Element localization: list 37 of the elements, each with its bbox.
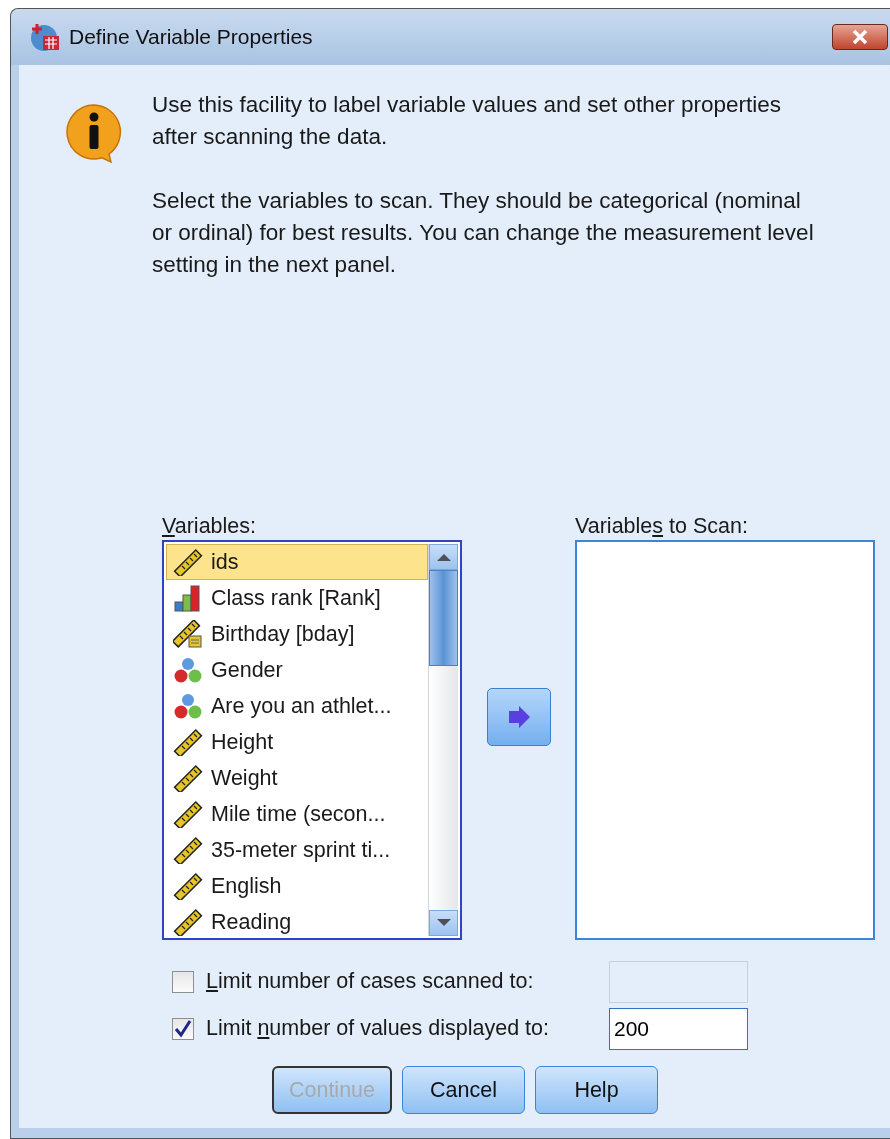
app-icon: [29, 22, 61, 52]
variables-to-scan-list[interactable]: [575, 540, 875, 940]
three-circles-icon: [173, 692, 203, 720]
window-title: Define Variable Properties: [69, 24, 314, 51]
variable-item[interactable]: Are you an athlet...: [166, 688, 428, 724]
scroll-up-icon[interactable]: [435, 552, 452, 562]
variables-label: Variables:: [162, 513, 257, 540]
variable-item[interactable]: English: [166, 868, 428, 904]
variables-list[interactable]: ids Class rank [Rank] Birthday [bday] Gender Are you an athlet... Height Weight Mile time (secon... 35-meter sprint ti... English Reading: [162, 540, 462, 940]
scrollbar[interactable]: [428, 544, 458, 936]
variable-item[interactable]: Height: [166, 724, 428, 760]
variable-item[interactable]: Class rank [Rank]: [166, 580, 428, 616]
variable-item[interactable]: 35-meter sprint ti...: [166, 832, 428, 868]
help-button[interactable]: Help: [535, 1066, 658, 1114]
scroll-down-icon[interactable]: [435, 918, 452, 928]
number-field[interactable]: 200: [609, 1007, 748, 1050]
scroll-thumb[interactable]: [429, 570, 458, 666]
variable-item[interactable]: ids: [166, 544, 428, 580]
checkbox[interactable]: [172, 970, 194, 993]
three-circles-icon: [173, 656, 203, 684]
checkbox-label: Limit number of values displayed to:: [206, 1015, 550, 1043]
variable-item[interactable]: Reading: [166, 904, 428, 936]
info-text: Select the variables to scan. They should be categorical (nominal or ordinal) for best results. You can change the measurement level setting in the next panel.: [152, 187, 815, 279]
move-right-button[interactable]: [486, 688, 551, 746]
bar-chart-icon: [173, 584, 203, 612]
close-button[interactable]: [832, 24, 888, 50]
variable-item[interactable]: Weight: [166, 760, 428, 796]
close-icon: [850, 29, 870, 45]
variable-item[interactable]: Birthday [bday]: [166, 616, 428, 652]
variable-item[interactable]: Gender: [166, 652, 428, 688]
variable-item[interactable]: Mile time (secon...: [166, 796, 428, 832]
info-icon: [64, 103, 123, 163]
checkbox-label: Limit number of cases scanned to:: [206, 968, 535, 996]
info-text: Use this facility to label variable values and set other properties after scanning the data.: [152, 91, 783, 151]
cancel-button[interactable]: Cancel: [402, 1066, 525, 1114]
variables-to-scan-label: Variables to Scan:: [575, 513, 749, 540]
checkbox[interactable]: [172, 1017, 194, 1040]
